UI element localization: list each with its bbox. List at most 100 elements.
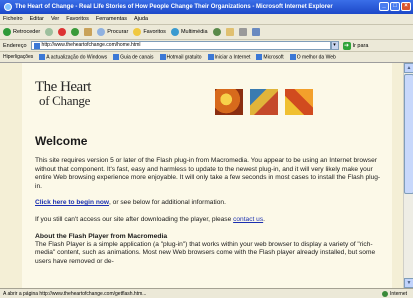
link-hotmail[interactable]: Hotmail gratuito xyxy=(159,53,202,61)
search-label: Procurar xyxy=(107,29,129,35)
link-label: Guia de canais xyxy=(120,54,154,61)
globe-icon xyxy=(382,290,389,297)
menu-file[interactable]: Ficheiro xyxy=(3,16,23,22)
contact-intro-text: If you still can't access our site after… xyxy=(35,215,234,223)
forward-button[interactable] xyxy=(45,28,54,36)
link-label: O melhor da Web xyxy=(296,54,336,61)
link-best-of-web[interactable]: O melhor da Web xyxy=(289,53,336,61)
security-zone: Internet xyxy=(382,290,407,297)
about-flash-heading: About the Flash Player from Macromedia xyxy=(35,232,168,240)
begin-rest-text: , or see below for additional informatio… xyxy=(109,199,226,207)
link-label: Iniciar a Internet xyxy=(214,54,251,61)
multimedia-label: Multimédia xyxy=(180,29,208,35)
refresh-icon xyxy=(71,28,80,36)
scroll-thumb[interactable] xyxy=(404,74,413,194)
scroll-down-button[interactable]: ▼ xyxy=(404,278,413,288)
contact-us-link[interactable]: contact us xyxy=(233,216,263,223)
header-art-image-2 xyxy=(250,89,278,115)
about-flash-text: The Flash Player is a simple application… xyxy=(35,240,376,265)
forward-arrow-icon xyxy=(45,28,54,36)
favorites-button[interactable]: Favoritos xyxy=(133,28,166,36)
address-dropdown-button[interactable]: ▾ xyxy=(330,41,339,50)
menu-view[interactable]: Ver xyxy=(51,16,59,22)
page-title: Welcome xyxy=(35,134,88,148)
refresh-button[interactable] xyxy=(71,28,80,36)
mail-icon xyxy=(225,28,234,36)
multimedia-icon xyxy=(170,28,179,36)
address-input[interactable]: http://www.theheartofchange.com/home.htm… xyxy=(30,41,331,50)
link-icon xyxy=(289,53,296,60)
close-button[interactable]: × xyxy=(401,2,411,11)
menu-tools[interactable]: Ferramentas xyxy=(96,16,127,22)
scroll-up-button[interactable]: ▲ xyxy=(404,63,413,73)
page-icon xyxy=(33,42,40,49)
edit-button[interactable] xyxy=(251,28,260,36)
title-bar: The Heart of Change - Real Life Stories … xyxy=(0,0,413,14)
edit-icon xyxy=(251,28,260,36)
web-page: The Heart of Change Welcome This site re… xyxy=(22,63,392,288)
link-label: A actualização do Windows xyxy=(46,54,108,61)
logo-line-2: of Change xyxy=(39,93,91,108)
flash-requirement-text: This site requires version 5 or later of… xyxy=(35,157,381,190)
zone-label: Internet xyxy=(390,290,407,297)
back-label: Retroceder xyxy=(13,29,41,35)
link-icon xyxy=(39,53,46,60)
link-start-internet[interactable]: Iniciar a Internet xyxy=(207,53,251,61)
print-button[interactable] xyxy=(238,28,247,36)
ie-icon xyxy=(4,3,12,11)
printer-icon xyxy=(238,28,247,36)
link-icon xyxy=(207,53,214,60)
browser-viewport: The Heart of Change Welcome This site re… xyxy=(0,63,413,288)
menu-favorites[interactable]: Favoritos xyxy=(66,16,89,22)
address-url: http://www.theheartofchange.com/home.htm… xyxy=(41,42,141,48)
link-label: Microsoft xyxy=(263,54,284,61)
go-arrow-icon: ➜ xyxy=(342,41,351,50)
mail-button[interactable] xyxy=(225,28,234,36)
status-bar: A abrir a página http://www.theheartofch… xyxy=(0,288,413,298)
contact-paragraph: If you still can't access our site after… xyxy=(35,216,387,225)
maximize-button[interactable]: □ xyxy=(390,2,400,11)
link-icon xyxy=(256,53,263,60)
begin-now-link[interactable]: Click here to begin now xyxy=(35,199,109,206)
go-button[interactable]: ➜ Ir para xyxy=(342,41,369,50)
link-label: Hotmail gratuito xyxy=(166,54,202,61)
favorites-label: Favoritos xyxy=(143,29,166,35)
vertical-scrollbar[interactable]: ▲ ▼ xyxy=(403,63,413,288)
link-microsoft[interactable]: Microsoft xyxy=(256,53,284,61)
window-title: The Heart of Change - Real Life Stories … xyxy=(15,4,333,10)
toolbar: Retroceder Procurar Favoritos Multimédia xyxy=(0,25,413,40)
multimedia-button[interactable]: Multimédia xyxy=(170,28,208,36)
stop-button[interactable] xyxy=(58,28,67,36)
window-controls: _ □ × xyxy=(379,2,411,11)
address-label: Endereço xyxy=(3,42,27,49)
link-icon xyxy=(159,53,166,60)
search-icon xyxy=(97,28,106,36)
link-channel-guide[interactable]: Guia de canais xyxy=(113,53,154,61)
contact-end-text: . xyxy=(263,215,265,223)
back-button[interactable]: Retroceder xyxy=(3,28,40,36)
home-button[interactable] xyxy=(84,28,93,36)
header-art-image-1 xyxy=(215,89,243,115)
go-label: Ir para xyxy=(352,42,369,49)
menu-bar: Ficheiro Editar Ver Favoritos Ferramenta… xyxy=(0,14,413,25)
link-icon xyxy=(113,53,120,60)
link-windows-update[interactable]: A actualização do Windows xyxy=(39,53,108,61)
begin-paragraph: Click here to begin now, or see below fo… xyxy=(35,199,387,208)
menu-edit[interactable]: Editar xyxy=(30,16,44,22)
site-logo[interactable]: The Heart of Change xyxy=(35,80,91,108)
page-content: Welcome This site requires version 5 or … xyxy=(35,135,387,274)
home-icon xyxy=(84,28,93,36)
back-arrow-icon xyxy=(3,28,11,36)
search-button[interactable]: Procurar xyxy=(97,28,128,36)
minimize-button[interactable]: _ xyxy=(379,2,389,11)
star-icon xyxy=(133,28,142,36)
address-bar: Endereço http://www.theheartofchange.com… xyxy=(0,40,413,52)
history-button[interactable] xyxy=(212,28,221,36)
header-art-image-3 xyxy=(285,89,313,115)
menu-help[interactable]: Ajuda xyxy=(134,16,148,22)
links-bar: Hiperligações A actualização do Windows … xyxy=(0,52,413,63)
history-icon xyxy=(212,28,221,36)
links-label: Hiperligações xyxy=(3,54,34,60)
stop-icon xyxy=(58,28,67,36)
status-text: A abrir a página http://www.theheartofch… xyxy=(3,290,147,297)
